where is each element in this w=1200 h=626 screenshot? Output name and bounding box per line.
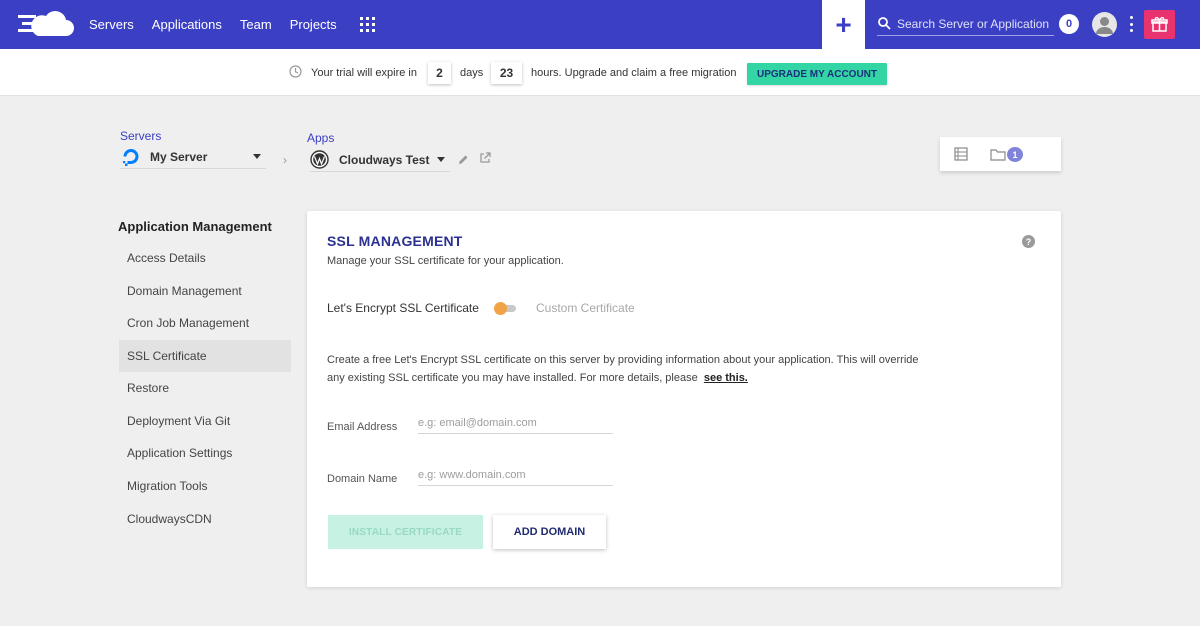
server-name: My Server bbox=[150, 149, 208, 164]
external-link-icon[interactable] bbox=[479, 152, 491, 164]
sidebar-item-access-details[interactable]: Access Details bbox=[119, 242, 291, 274]
sidebar-item-migration-tools[interactable]: Migration Tools bbox=[119, 470, 291, 502]
domain-field[interactable] bbox=[418, 464, 613, 486]
sidebar-item-restore[interactable]: Restore bbox=[119, 372, 291, 404]
apps-grid-icon[interactable] bbox=[360, 17, 375, 32]
servers-label: Servers bbox=[120, 129, 162, 143]
sidebar-item-application-settings[interactable]: Application Settings bbox=[119, 437, 291, 469]
apps-label: Apps bbox=[307, 131, 335, 145]
clock-icon bbox=[289, 65, 302, 78]
user-icon bbox=[1096, 17, 1113, 34]
sidebar-item-deployment-via-git[interactable]: Deployment Via Git bbox=[119, 405, 291, 437]
app-name: Cloudways Test bbox=[339, 152, 430, 167]
list-icon[interactable] bbox=[954, 147, 968, 161]
trial-banner: Your trial will expire in 2 days 23 hour… bbox=[0, 49, 1200, 96]
trial-days-label: days bbox=[460, 67, 484, 79]
chevron-down-icon bbox=[437, 157, 445, 162]
sidebar-item-cloudwayscdn[interactable]: CloudwaysCDN bbox=[119, 503, 291, 535]
app-toolbox: 1 bbox=[940, 137, 1061, 171]
edit-pencil-icon[interactable] bbox=[458, 154, 469, 165]
email-field[interactable] bbox=[418, 412, 613, 434]
lets-encrypt-label[interactable]: Let's Encrypt SSL Certificate bbox=[327, 301, 479, 315]
search-icon bbox=[878, 17, 891, 30]
gift-button[interactable] bbox=[1144, 10, 1175, 39]
search-box bbox=[877, 12, 1054, 36]
search-input[interactable] bbox=[897, 16, 1052, 31]
page-subtitle: Manage your SSL certificate for your app… bbox=[327, 255, 564, 267]
domain-label: Domain Name bbox=[327, 473, 398, 485]
top-navbar: Servers Applications Team Projects + 0 bbox=[0, 0, 1200, 49]
custom-certificate-label[interactable]: Custom Certificate bbox=[536, 301, 635, 315]
trial-days-value: 2 bbox=[428, 62, 451, 84]
cloudways-logo[interactable] bbox=[18, 10, 74, 38]
see-this-link[interactable]: see this. bbox=[704, 372, 748, 384]
nav-applications[interactable]: Applications bbox=[152, 17, 222, 32]
help-icon[interactable]: ? bbox=[1022, 235, 1035, 248]
sidebar-item-ssl-certificate[interactable]: SSL Certificate bbox=[119, 340, 291, 372]
main-nav: Servers Applications Team Projects bbox=[89, 0, 337, 49]
page-title: SSL MANAGEMENT bbox=[327, 233, 463, 249]
email-label: Email Address bbox=[327, 421, 398, 433]
trial-text: Your trial will expire in bbox=[311, 67, 417, 79]
gift-icon bbox=[1151, 17, 1168, 32]
digitalocean-icon bbox=[123, 148, 139, 166]
trial-hours-text: hours. Upgrade and claim a free migratio… bbox=[531, 67, 737, 79]
chevron-down-icon bbox=[253, 154, 261, 159]
add-new-button[interactable]: + bbox=[822, 0, 865, 49]
nav-team[interactable]: Team bbox=[240, 17, 272, 32]
user-avatar[interactable] bbox=[1092, 12, 1117, 37]
add-domain-button[interactable]: ADD DOMAIN bbox=[493, 515, 606, 549]
folder-count-badge: 1 bbox=[1007, 147, 1023, 162]
nav-servers[interactable]: Servers bbox=[89, 17, 134, 32]
upgrade-account-button[interactable]: UPGRADE MY ACCOUNT bbox=[747, 63, 887, 85]
more-options-icon[interactable] bbox=[1128, 16, 1134, 32]
nav-projects[interactable]: Projects bbox=[290, 17, 337, 32]
wordpress-icon bbox=[310, 150, 329, 169]
breadcrumb-chevron-icon: › bbox=[283, 153, 287, 167]
notification-badge[interactable]: 0 bbox=[1059, 14, 1079, 34]
sidebar-title: Application Management bbox=[118, 219, 272, 234]
sidebar-item-cron-job-management[interactable]: Cron Job Management bbox=[119, 307, 291, 339]
app-selector[interactable]: Cloudways Test bbox=[310, 148, 450, 172]
ssl-management-card: SSL MANAGEMENT Manage your SSL certifica… bbox=[307, 211, 1061, 587]
certificate-type-toggle[interactable] bbox=[494, 302, 517, 315]
folder-icon[interactable] bbox=[990, 148, 1006, 161]
sidebar-item-domain-management[interactable]: Domain Management bbox=[119, 275, 291, 307]
ssl-description: Create a free Let's Encrypt SSL certific… bbox=[327, 354, 919, 384]
server-selector[interactable]: My Server bbox=[120, 145, 266, 169]
trial-hours-value: 23 bbox=[491, 62, 522, 84]
install-certificate-button[interactable]: INSTALL CERTIFICATE bbox=[328, 515, 483, 549]
